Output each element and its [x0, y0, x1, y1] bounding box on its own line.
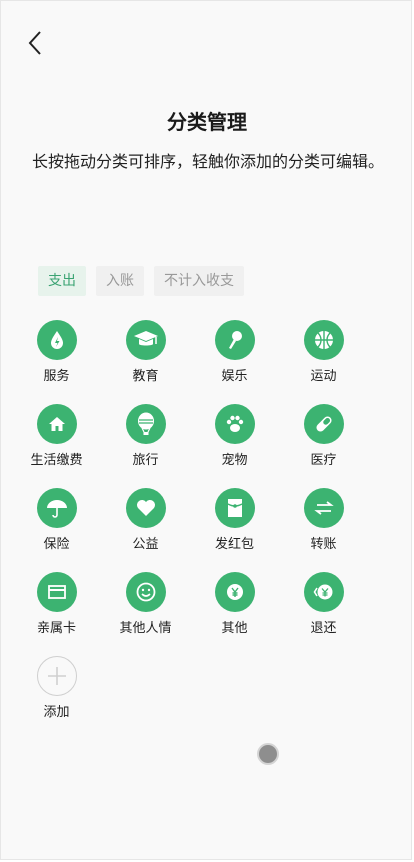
category-label: 运动	[310, 369, 337, 384]
category-label: 亲属卡	[36, 621, 76, 636]
category-label: 公益	[132, 537, 159, 552]
category-label: 生活缴费	[30, 453, 83, 468]
touch-indicator	[257, 743, 279, 765]
category-label: 其他	[221, 621, 248, 636]
category-other[interactable]: 其他	[190, 572, 279, 638]
category-service[interactable]: 服务	[12, 320, 101, 386]
category-utilities[interactable]: 生活缴费	[12, 404, 101, 470]
category-label: 其他人情	[119, 621, 172, 636]
paw-icon	[214, 404, 255, 444]
category-insurance[interactable]: 保险	[12, 488, 101, 554]
category-pets[interactable]: 宠物	[190, 404, 279, 470]
category-label: 娱乐	[221, 369, 248, 384]
category-medical[interactable]: 医疗	[279, 404, 368, 470]
tab-excluded[interactable]: 不计入收支	[154, 266, 244, 296]
category-type-tabs: 支出 入账 不计入收支	[38, 266, 244, 296]
category-label: 保险	[43, 537, 70, 552]
category-red-envelope[interactable]: 发红包	[190, 488, 279, 554]
page-description: 长按拖动分类可排序，轻触你添加的分类可编辑。	[31, 152, 384, 171]
category-family-card[interactable]: 亲属卡	[12, 572, 101, 638]
card-icon	[36, 572, 77, 612]
basketball-icon	[303, 320, 344, 360]
refund-yen-icon	[303, 572, 344, 612]
chevron-left-icon	[28, 31, 41, 55]
umbrella-icon	[36, 488, 77, 528]
category-label: 医疗	[310, 453, 337, 468]
category-label: 退还	[310, 621, 337, 636]
heart-icon	[125, 488, 166, 528]
category-label: 发红包	[214, 537, 254, 552]
graduation-cap-icon	[125, 320, 166, 360]
back-button[interactable]	[22, 28, 50, 58]
microphone-icon	[214, 320, 255, 360]
hot-air-balloon-icon	[125, 404, 166, 444]
tab-income[interactable]: 入账	[96, 266, 144, 296]
category-grid: 服务 教育 娱乐 运动 生活缴费 旅行 宠物 医疗 保险 公益 发红包 转账 亲…	[12, 320, 368, 722]
home-icon	[36, 404, 77, 444]
tab-expense[interactable]: 支出	[38, 266, 86, 296]
plus-icon	[36, 656, 77, 696]
category-label: 教育	[132, 369, 159, 384]
red-envelope-icon	[214, 488, 255, 528]
water-drop-bolt-icon	[36, 320, 77, 360]
category-refund[interactable]: 退还	[279, 572, 368, 638]
add-label: 添加	[43, 705, 70, 720]
pill-icon	[303, 404, 344, 444]
category-travel[interactable]: 旅行	[101, 404, 190, 470]
category-sports[interactable]: 运动	[279, 320, 368, 386]
smile-icon	[125, 572, 166, 612]
category-label: 服务	[43, 369, 70, 384]
category-other-gifts[interactable]: 其他人情	[101, 572, 190, 638]
category-transfer[interactable]: 转账	[279, 488, 368, 554]
category-charity[interactable]: 公益	[101, 488, 190, 554]
add-category-button[interactable]: 添加	[12, 656, 101, 722]
category-label: 转账	[310, 537, 337, 552]
category-label: 宠物	[221, 453, 248, 468]
yen-icon	[214, 572, 255, 612]
page-title: 分类管理	[167, 110, 247, 134]
category-entertainment[interactable]: 娱乐	[190, 320, 279, 386]
category-education[interactable]: 教育	[101, 320, 190, 386]
transfer-arrows-icon	[303, 488, 344, 528]
category-label: 旅行	[132, 453, 159, 468]
